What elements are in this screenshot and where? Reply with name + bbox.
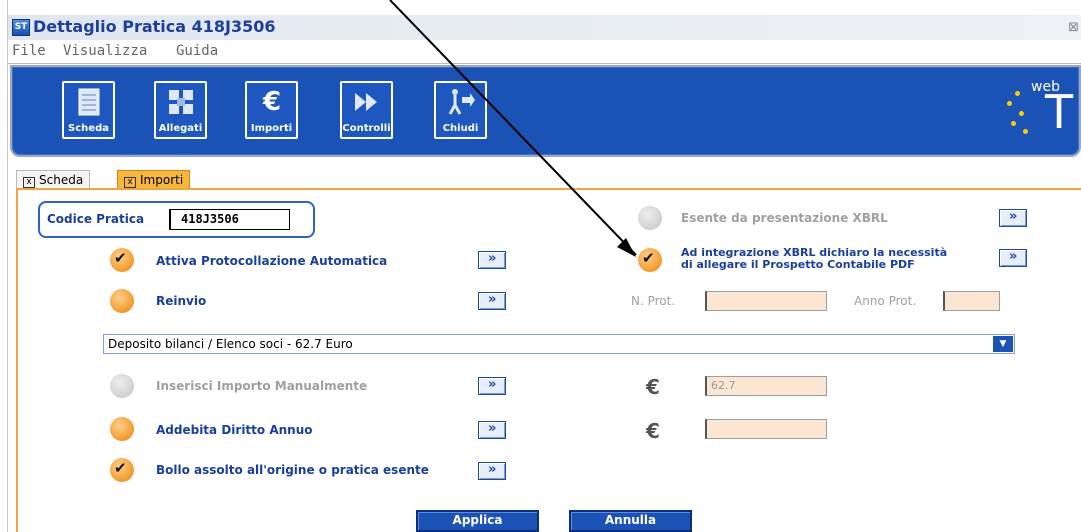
tariffa-select-value: Deposito bilanci / Elenco soci - 62.7 Eu… <box>108 337 353 351</box>
logo-t-text: T <box>1045 85 1074 139</box>
tab-importi[interactable]: x Importi <box>117 170 191 189</box>
toolbar-chiudi-button[interactable]: Chiudi <box>434 81 487 139</box>
attiva-protocollazione-label: Attiva Protocollazione Automatica <box>156 254 388 268</box>
window-title: Dettaglio Pratica 418J3506 <box>33 17 276 36</box>
importi-panel: Codice Pratica 418J3506 Esente da presen… <box>16 190 1081 532</box>
menu-file-label: File <box>12 43 46 59</box>
toolbar-controlli-button[interactable]: Controlli <box>340 81 393 139</box>
toolbar-allegati-button[interactable]: Allegati <box>154 81 207 139</box>
nprot-input[interactable] <box>705 291 827 311</box>
importo-input[interactable]: 62.7 <box>705 376 827 396</box>
euro-icon: € <box>646 419 660 443</box>
addebita-diritto-label: Addebita Diritto Annuo <box>156 423 313 437</box>
web-t-logo: web T <box>1001 77 1073 147</box>
toolbar-controlli-label: Controlli <box>342 123 391 134</box>
window-left-edge <box>0 0 8 532</box>
attachments-icon <box>166 87 196 117</box>
close-icon[interactable]: ⊠ <box>1068 20 1079 35</box>
codice-pratica-field[interactable]: 418J3506 <box>169 209 290 230</box>
checkmark-icon: ✔ <box>114 459 127 477</box>
toolbar-chiudi-label: Chiudi <box>442 123 479 134</box>
menu-file[interactable]: File <box>12 43 46 59</box>
toolbar: Scheda Allegati € Importi Controlli Chiu… <box>10 65 1081 157</box>
title-bar: ST Dettaglio Pratica 418J3506 ⊠ <box>8 15 1081 40</box>
window: ST Dettaglio Pratica 418J3506 ⊠ File Vis… <box>8 0 1081 532</box>
reinvio-checkbox[interactable] <box>110 289 134 313</box>
inserisci-importo-checkbox <box>110 374 134 398</box>
toolbar-importi-label: Importi <box>250 123 293 134</box>
integrazione-xbrl-label-line2: di allegare il Prospetto Contabile PDF <box>681 258 915 271</box>
reinvio-label: Reinvio <box>156 294 207 308</box>
attiva-protocollazione-checkbox[interactable]: ✔ <box>110 248 134 272</box>
euro-icon: € <box>646 375 660 399</box>
toolbar-allegati-label: Allegati <box>158 123 203 134</box>
addebita-diritto-checkbox[interactable] <box>110 417 134 441</box>
codice-pratica-box: Codice Pratica 418J3506 <box>38 201 315 238</box>
esente-xbrl-label: Esente da presentazione XBRL <box>681 211 888 225</box>
euro-icon: € <box>262 87 282 117</box>
tab-close-icon[interactable]: x <box>124 177 136 188</box>
integrazione-xbrl-info-button[interactable] <box>999 249 1027 267</box>
toolbar-scheda-button[interactable]: Scheda <box>62 81 115 139</box>
applica-button[interactable]: Applica <box>416 510 539 532</box>
integrazione-xbrl-checkbox[interactable]: ✔ <box>638 248 662 272</box>
integrazione-xbrl-label: Ad integrazione XBRL dichiaro la necessi… <box>681 247 947 271</box>
fast-forward-icon <box>352 87 382 117</box>
menu-bar: File Visualizza Guida <box>8 42 1081 62</box>
addebita-diritto-info-button[interactable] <box>478 421 506 439</box>
tab-scheda-label: Scheda <box>39 173 84 187</box>
app-icon: ST <box>12 19 30 36</box>
annoprot-input[interactable] <box>943 291 1000 311</box>
checkmark-icon: ✔ <box>114 249 127 267</box>
bollo-assolto-checkbox[interactable]: ✔ <box>110 458 134 482</box>
codice-pratica-label: Codice Pratica <box>47 212 145 226</box>
tariffa-select[interactable]: Deposito bilanci / Elenco soci - 62.7 Eu… <box>103 334 1015 354</box>
toolbar-scheda-label: Scheda <box>68 123 109 134</box>
toolbar-importi-button[interactable]: € Importi <box>245 81 298 139</box>
menu-guida-label: Guida <box>176 43 219 59</box>
attiva-protocollazione-info-button[interactable] <box>478 251 506 269</box>
menu-guida[interactable]: Guida <box>176 43 218 59</box>
inserisci-importo-label: Inserisci Importo Manualmente <box>156 379 368 393</box>
bollo-assolto-info-button[interactable] <box>478 462 506 480</box>
tab-importi-label: Importi <box>140 173 184 187</box>
esente-xbrl-info-button[interactable] <box>999 209 1027 227</box>
tab-scheda[interactable]: x Scheda <box>16 170 91 189</box>
annulla-button[interactable]: Annulla <box>569 510 692 532</box>
chevron-down-icon[interactable]: ▼ <box>993 336 1013 352</box>
document-icon <box>74 87 104 117</box>
menu-visualizza-label: Visualizza <box>63 43 148 59</box>
bollo-assolto-label: Bollo assolto all'origine o pratica esen… <box>156 463 429 477</box>
diritto-annuo-input[interactable] <box>705 419 827 439</box>
exit-icon <box>446 87 476 117</box>
esente-xbrl-radio <box>638 206 662 230</box>
menu-visualizza[interactable]: Visualizza <box>63 43 147 59</box>
annoprot-label: Anno Prot. <box>854 294 917 308</box>
menu-separator <box>8 63 1081 64</box>
tab-close-icon[interactable]: x <box>23 177 35 188</box>
reinvio-info-button[interactable] <box>478 292 506 310</box>
nprot-label: N. Prot. <box>631 294 676 308</box>
inserisci-importo-info-button[interactable] <box>478 377 506 395</box>
checkmark-icon: ✔ <box>642 249 655 267</box>
